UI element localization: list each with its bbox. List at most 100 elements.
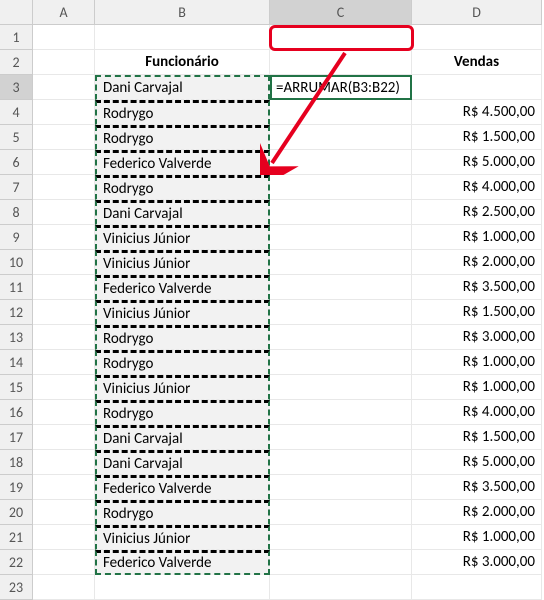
cell-d17[interactable]: R$ 1.500,00 bbox=[412, 425, 542, 450]
cell-d12[interactable]: R$ 1.500,00 bbox=[412, 300, 542, 325]
cell-b14[interactable]: Rodrygo bbox=[95, 350, 270, 375]
cell-a2[interactable] bbox=[33, 50, 95, 75]
cell-c16[interactable] bbox=[270, 400, 412, 425]
row-header-21[interactable]: 21 bbox=[0, 525, 33, 550]
cell-c12[interactable] bbox=[270, 300, 412, 325]
row-header-6[interactable]: 6 bbox=[0, 150, 33, 175]
cell-c3[interactable]: =ARRUMAR(B3:B22) bbox=[270, 75, 412, 100]
cell-c1[interactable] bbox=[270, 25, 412, 50]
cell-c8[interactable] bbox=[270, 200, 412, 225]
cell-a20[interactable] bbox=[33, 500, 95, 525]
cell-b13[interactable]: Rodrygo bbox=[95, 325, 270, 350]
cell-c17[interactable] bbox=[270, 425, 412, 450]
cell-c5[interactable] bbox=[270, 125, 412, 150]
cell-c13[interactable] bbox=[270, 325, 412, 350]
cell-a1[interactable] bbox=[33, 25, 95, 50]
row-header-8[interactable]: 8 bbox=[0, 200, 33, 225]
cell-a16[interactable] bbox=[33, 400, 95, 425]
cell-d16[interactable]: R$ 4.000,00 bbox=[412, 400, 542, 425]
cell-a15[interactable] bbox=[33, 375, 95, 400]
cell-c10[interactable] bbox=[270, 250, 412, 275]
cell-c15[interactable] bbox=[270, 375, 412, 400]
cell-d11[interactable]: R$ 3.500,00 bbox=[412, 275, 542, 300]
cell-d1[interactable] bbox=[412, 25, 542, 50]
cell-c6[interactable] bbox=[270, 150, 412, 175]
cell-b10[interactable]: Vinicius Júnior bbox=[95, 250, 270, 275]
row-header-10[interactable]: 10 bbox=[0, 250, 33, 275]
cell-d7[interactable]: R$ 4.000,00 bbox=[412, 175, 542, 200]
row-header-18[interactable]: 18 bbox=[0, 450, 33, 475]
cell-c11[interactable] bbox=[270, 275, 412, 300]
cell-b23[interactable] bbox=[95, 575, 270, 600]
cell-d3[interactable] bbox=[412, 75, 542, 100]
row-header-22[interactable]: 22 bbox=[0, 550, 33, 575]
cell-b7[interactable]: Rodrygo bbox=[95, 175, 270, 200]
cell-b9[interactable]: Vinicius Júnior bbox=[95, 225, 270, 250]
column-header-c[interactable]: C bbox=[270, 0, 412, 25]
cell-a10[interactable] bbox=[33, 250, 95, 275]
cell-d18[interactable]: R$ 5.000,00 bbox=[412, 450, 542, 475]
cell-b17[interactable]: Dani Carvajal bbox=[95, 425, 270, 450]
cell-d2[interactable]: Vendas bbox=[412, 50, 542, 75]
row-header-19[interactable]: 19 bbox=[0, 475, 33, 500]
row-header-12[interactable]: 12 bbox=[0, 300, 33, 325]
row-header-11[interactable]: 11 bbox=[0, 275, 33, 300]
cell-d4[interactable]: R$ 4.500,00 bbox=[412, 100, 542, 125]
cell-b11[interactable]: Federico Valverde bbox=[95, 275, 270, 300]
cell-a12[interactable] bbox=[33, 300, 95, 325]
row-header-23[interactable]: 23 bbox=[0, 575, 33, 600]
cell-b22[interactable]: Federico Valverde bbox=[95, 550, 270, 575]
cell-b6[interactable]: Federico Valverde bbox=[95, 150, 270, 175]
cell-c18[interactable] bbox=[270, 450, 412, 475]
row-header-1[interactable]: 1 bbox=[0, 25, 33, 50]
cell-a22[interactable] bbox=[33, 550, 95, 575]
cell-a7[interactable] bbox=[33, 175, 95, 200]
cell-b16[interactable]: Rodrygo bbox=[95, 400, 270, 425]
cell-c9[interactable] bbox=[270, 225, 412, 250]
cell-b3[interactable]: Dani Carvajal bbox=[95, 75, 270, 100]
cell-a21[interactable] bbox=[33, 525, 95, 550]
cell-b20[interactable]: Rodrygo bbox=[95, 500, 270, 525]
cell-d8[interactable]: R$ 2.500,00 bbox=[412, 200, 542, 225]
row-header-7[interactable]: 7 bbox=[0, 175, 33, 200]
spreadsheet-grid[interactable]: ABCD12FuncionárioVendas3Dani Carvajal=AR… bbox=[0, 0, 544, 600]
cell-b12[interactable]: Vinicius Júnior bbox=[95, 300, 270, 325]
cell-a9[interactable] bbox=[33, 225, 95, 250]
cell-d22[interactable]: R$ 3.000,00 bbox=[412, 550, 542, 575]
cell-c19[interactable] bbox=[270, 475, 412, 500]
cell-a17[interactable] bbox=[33, 425, 95, 450]
row-header-16[interactable]: 16 bbox=[0, 400, 33, 425]
row-header-4[interactable]: 4 bbox=[0, 100, 33, 125]
row-header-14[interactable]: 14 bbox=[0, 350, 33, 375]
cell-d13[interactable]: R$ 3.000,00 bbox=[412, 325, 542, 350]
row-header-2[interactable]: 2 bbox=[0, 50, 33, 75]
cell-c4[interactable] bbox=[270, 100, 412, 125]
cell-a23[interactable] bbox=[33, 575, 95, 600]
cell-c7[interactable] bbox=[270, 175, 412, 200]
cell-d9[interactable]: R$ 1.000,00 bbox=[412, 225, 542, 250]
cell-c23[interactable] bbox=[270, 575, 412, 600]
cell-d10[interactable]: R$ 2.000,00 bbox=[412, 250, 542, 275]
row-header-9[interactable]: 9 bbox=[0, 225, 33, 250]
cell-d21[interactable]: R$ 1.000,00 bbox=[412, 525, 542, 550]
cell-a3[interactable] bbox=[33, 75, 95, 100]
cell-b2[interactable]: Funcionário bbox=[95, 50, 270, 75]
cell-a19[interactable] bbox=[33, 475, 95, 500]
cell-c22[interactable] bbox=[270, 550, 412, 575]
row-header-20[interactable]: 20 bbox=[0, 500, 33, 525]
column-header-a[interactable]: A bbox=[33, 0, 95, 25]
cell-c14[interactable] bbox=[270, 350, 412, 375]
column-header-b[interactable]: B bbox=[95, 0, 270, 25]
cell-c21[interactable] bbox=[270, 525, 412, 550]
cell-b5[interactable]: Rodrygo bbox=[95, 125, 270, 150]
row-header-3[interactable]: 3 bbox=[0, 75, 33, 100]
cell-d6[interactable]: R$ 5.000,00 bbox=[412, 150, 542, 175]
row-header-15[interactable]: 15 bbox=[0, 375, 33, 400]
row-header-5[interactable]: 5 bbox=[0, 125, 33, 150]
cell-a14[interactable] bbox=[33, 350, 95, 375]
cell-c2[interactable] bbox=[270, 50, 412, 75]
column-header-d[interactable]: D bbox=[412, 0, 542, 25]
cell-b4[interactable]: Rodrygo bbox=[95, 100, 270, 125]
cell-d20[interactable]: R$ 2.000,00 bbox=[412, 500, 542, 525]
cell-c20[interactable] bbox=[270, 500, 412, 525]
